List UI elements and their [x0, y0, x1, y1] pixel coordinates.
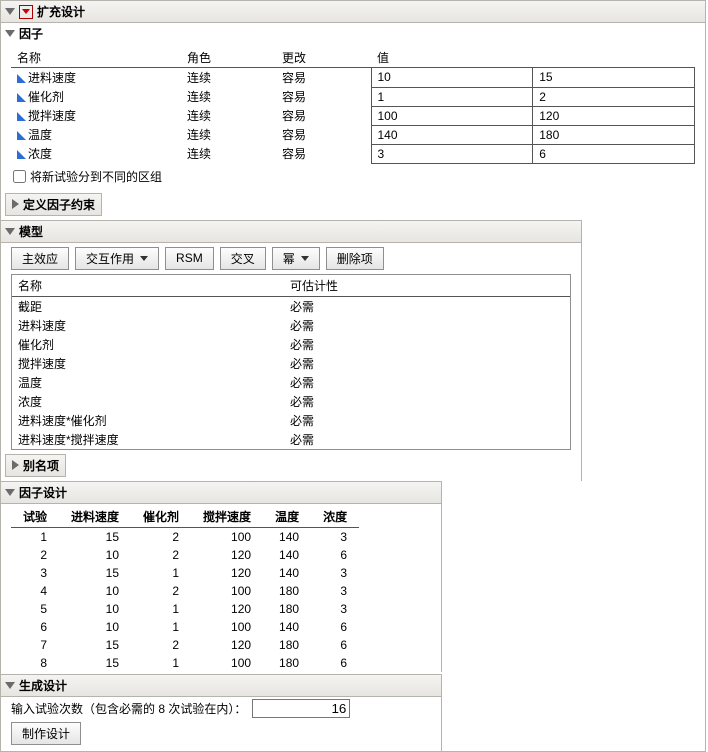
- design-col: 温度: [263, 506, 311, 528]
- design-row[interactable]: 71521201806: [11, 636, 359, 654]
- factors-header[interactable]: 因子: [1, 23, 705, 44]
- menu-drop-icon[interactable]: [19, 5, 33, 19]
- high-value-cell[interactable]: 2: [533, 87, 695, 106]
- design-col: 进料速度: [59, 506, 131, 528]
- continuous-icon: [17, 74, 26, 83]
- design-row[interactable]: 31511201403: [11, 564, 359, 582]
- model-col-est: 可估计性: [284, 275, 344, 296]
- interactions-button[interactable]: 交互作用: [75, 247, 159, 270]
- design-row[interactable]: 11521001403: [11, 527, 359, 546]
- rsm-button[interactable]: RSM: [165, 247, 214, 270]
- remove-term-button[interactable]: 删除项: [326, 247, 384, 270]
- disclosure-icon[interactable]: [5, 228, 15, 235]
- factors-table: 名称 角色 更改 值 进料速度连续容易1015催化剂连续容易12搅拌速度连续容易…: [11, 48, 695, 164]
- chevron-down-icon: [301, 256, 309, 261]
- factor-row[interactable]: 搅拌速度连续容易100120: [11, 106, 695, 125]
- model-button-bar: 主效应 交互作用 RSM 交叉 幂 删除项: [1, 243, 581, 274]
- model-col-name: 名称: [12, 275, 284, 296]
- model-title: 模型: [19, 223, 43, 240]
- disclosure-icon[interactable]: [5, 489, 15, 496]
- runs-label: 输入试验次数（包含必需的 8 次试验在内）：: [11, 700, 246, 717]
- make-design-button[interactable]: 制作设计: [11, 722, 81, 745]
- factors-title: 因子: [19, 25, 43, 42]
- factors-content: 名称 角色 更改 值 进料速度连续容易1015催化剂连续容易12搅拌速度连续容易…: [1, 44, 705, 193]
- continuous-icon: [17, 150, 26, 159]
- model-term-row[interactable]: 搅拌速度必需: [12, 354, 570, 373]
- disclosure-icon[interactable]: [5, 8, 15, 15]
- panel-header[interactable]: 扩充设计: [1, 1, 705, 23]
- design-col: 催化剂: [131, 506, 191, 528]
- design-title: 因子设计: [19, 484, 67, 501]
- high-value-cell[interactable]: 15: [533, 68, 695, 88]
- continuous-icon: [17, 112, 26, 121]
- design-col: 浓度: [311, 506, 359, 528]
- design-col: 试验: [11, 506, 59, 528]
- model-term-row[interactable]: 截距必需: [12, 297, 570, 316]
- panel-title: 扩充设计: [37, 3, 85, 20]
- col-role: 角色: [181, 48, 276, 68]
- disclosure-icon[interactable]: [5, 30, 15, 37]
- design-header[interactable]: 因子设计: [1, 481, 441, 504]
- low-value-cell[interactable]: 1: [371, 87, 533, 106]
- constraints-header[interactable]: 定义因子约束: [5, 193, 102, 216]
- low-value-cell[interactable]: 100: [371, 106, 533, 125]
- model-terms-list[interactable]: 名称 可估计性 截距必需进料速度必需催化剂必需搅拌速度必需温度必需浓度必需进料速…: [11, 274, 571, 450]
- disclosure-icon[interactable]: [12, 460, 19, 470]
- design-row[interactable]: 61011001406: [11, 618, 359, 636]
- block-checkbox[interactable]: [13, 170, 26, 183]
- cross-button[interactable]: 交叉: [220, 247, 266, 270]
- model-term-row[interactable]: 催化剂必需: [12, 335, 570, 354]
- low-value-cell[interactable]: 10: [371, 68, 533, 88]
- low-value-cell[interactable]: 3: [371, 144, 533, 163]
- main-effects-button[interactable]: 主效应: [11, 247, 69, 270]
- model-term-row[interactable]: 进料速度*搅拌速度必需: [12, 430, 570, 449]
- col-name: 名称: [11, 48, 181, 68]
- design-row[interactable]: 81511001806: [11, 654, 359, 672]
- model-term-row[interactable]: 温度必需: [12, 373, 570, 392]
- alias-header[interactable]: 别名项: [5, 454, 66, 477]
- design-table: 试验进料速度催化剂搅拌速度温度浓度 1152100140321021201406…: [11, 506, 359, 672]
- generate-title: 生成设计: [19, 677, 67, 694]
- col-values: 值: [371, 48, 695, 68]
- model-term-row[interactable]: 进料速度必需: [12, 316, 570, 335]
- disclosure-icon[interactable]: [12, 199, 19, 209]
- design-row[interactable]: 51011201803: [11, 600, 359, 618]
- alias-title: 别名项: [23, 457, 59, 474]
- factor-row[interactable]: 浓度连续容易36: [11, 144, 695, 163]
- high-value-cell[interactable]: 120: [533, 106, 695, 125]
- block-label: 将新试验分到不同的区组: [30, 168, 162, 185]
- low-value-cell[interactable]: 140: [371, 125, 533, 144]
- block-checkbox-row[interactable]: 将新试验分到不同的区组: [13, 168, 693, 185]
- disclosure-icon[interactable]: [5, 682, 15, 689]
- high-value-cell[interactable]: 6: [533, 144, 695, 163]
- model-term-row[interactable]: 进料速度*催化剂必需: [12, 411, 570, 430]
- factor-row[interactable]: 催化剂连续容易12: [11, 87, 695, 106]
- design-row[interactable]: 21021201406: [11, 546, 359, 564]
- power-button[interactable]: 幂: [272, 247, 320, 270]
- continuous-icon: [17, 131, 26, 140]
- constraints-title: 定义因子约束: [23, 196, 95, 213]
- continuous-icon: [17, 93, 26, 102]
- col-change: 更改: [276, 48, 371, 68]
- design-row[interactable]: 41021001803: [11, 582, 359, 600]
- factor-row[interactable]: 温度连续容易140180: [11, 125, 695, 144]
- generate-header[interactable]: 生成设计: [1, 674, 441, 697]
- chevron-down-icon: [140, 256, 148, 261]
- model-header[interactable]: 模型: [1, 220, 581, 243]
- high-value-cell[interactable]: 180: [533, 125, 695, 144]
- factor-row[interactable]: 进料速度连续容易1015: [11, 68, 695, 88]
- design-col: 搅拌速度: [191, 506, 263, 528]
- model-term-row[interactable]: 浓度必需: [12, 392, 570, 411]
- augment-design-panel: 扩充设计 因子 名称 角色 更改 值 进料速度连续容易1015催化剂连续容易12…: [0, 0, 706, 752]
- runs-input[interactable]: [252, 699, 350, 718]
